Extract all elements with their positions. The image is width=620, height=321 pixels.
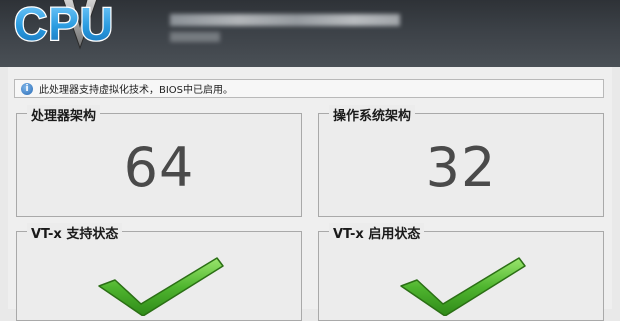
os-arch-value: 32 [425, 136, 497, 199]
vtx-enabled-panel: VT-x 启用状态 [318, 223, 604, 321]
checkmark-icon [400, 257, 526, 316]
blurred-title [170, 14, 400, 26]
panel-title: 操作系统架构 [329, 105, 416, 124]
panel-title: VT-x 启用状态 [329, 223, 425, 242]
vtx-support-panel: VT-x 支持状态 [16, 223, 302, 321]
os-arch-panel: 操作系统架构 32 [318, 105, 604, 217]
cpu-arch-value: 64 [123, 136, 195, 199]
app-header: CPU [0, 0, 620, 67]
info-bar: i 此处理器支持虚拟化技术，BIOS中已启用。 [14, 79, 604, 98]
info-icon: i [21, 82, 33, 95]
checkmark-icon [98, 257, 224, 316]
panel-title: VT-x 支持状态 [27, 223, 123, 242]
cpu-arch-panel: 处理器架构 64 [16, 105, 302, 217]
logo-text: CPU [14, 0, 114, 50]
blurred-subtitle [170, 32, 220, 42]
info-text: 此处理器支持虚拟化技术，BIOS中已启用。 [39, 85, 234, 96]
panel-title: 处理器架构 [27, 105, 101, 124]
cpu-logo: CPU [0, 0, 160, 67]
